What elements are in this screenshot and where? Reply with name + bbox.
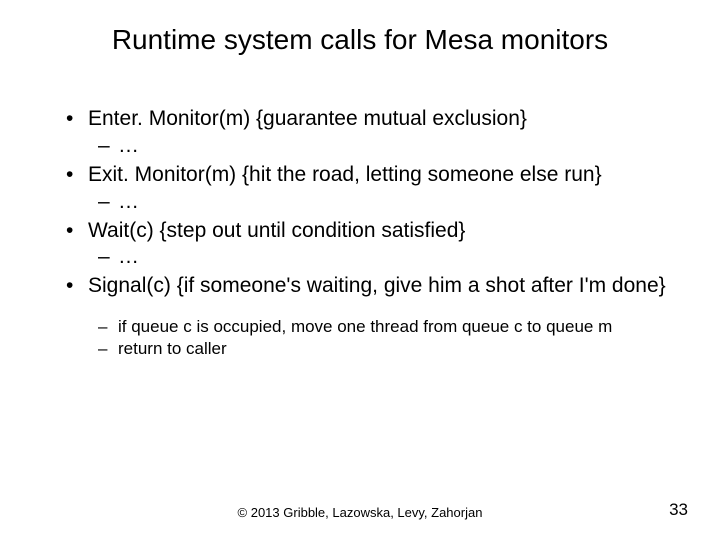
sub-list: … xyxy=(88,244,680,271)
sub-text: … xyxy=(118,134,139,157)
bullet-list: Enter. Monitor(m) {guarantee mutual excl… xyxy=(60,106,680,360)
sub-text: if queue c is occupied, move one thread … xyxy=(118,317,612,336)
bullet-text: Exit. Monitor(m) {hit the road, letting … xyxy=(88,163,602,186)
bullet-item: Enter. Monitor(m) {guarantee mutual excl… xyxy=(60,106,680,160)
sub-list: if queue c is occupied, move one thread … xyxy=(88,316,680,360)
slide-title: Runtime system calls for Mesa monitors xyxy=(0,24,720,56)
sub-item: if queue c is occupied, move one thread … xyxy=(88,316,680,338)
bullet-text: Wait(c) {step out until condition satisf… xyxy=(88,219,465,242)
bullet-text: Signal(c) {if someone's waiting, give hi… xyxy=(88,274,666,297)
sub-text: return to caller xyxy=(118,339,227,358)
footer-copyright: © 2013 Gribble, Lazowska, Levy, Zahorjan xyxy=(0,505,720,520)
slide: Runtime system calls for Mesa monitors E… xyxy=(0,0,720,540)
sub-item: return to caller xyxy=(88,338,680,360)
bullet-item: Signal(c) {if someone's waiting, give hi… xyxy=(60,273,680,360)
sub-item: … xyxy=(88,133,680,160)
sub-item: … xyxy=(88,244,680,271)
spacer xyxy=(88,300,680,316)
sub-text: … xyxy=(118,190,139,213)
bullet-item: Wait(c) {step out until condition satisf… xyxy=(60,218,680,272)
bullet-item: Exit. Monitor(m) {hit the road, letting … xyxy=(60,162,680,216)
sub-list: … xyxy=(88,189,680,216)
bullet-text: Enter. Monitor(m) {guarantee mutual excl… xyxy=(88,107,527,130)
slide-body: Enter. Monitor(m) {guarantee mutual excl… xyxy=(60,106,680,362)
sub-item: … xyxy=(88,189,680,216)
sub-list: … xyxy=(88,133,680,160)
sub-text: … xyxy=(118,245,139,268)
page-number: 33 xyxy=(669,500,688,520)
